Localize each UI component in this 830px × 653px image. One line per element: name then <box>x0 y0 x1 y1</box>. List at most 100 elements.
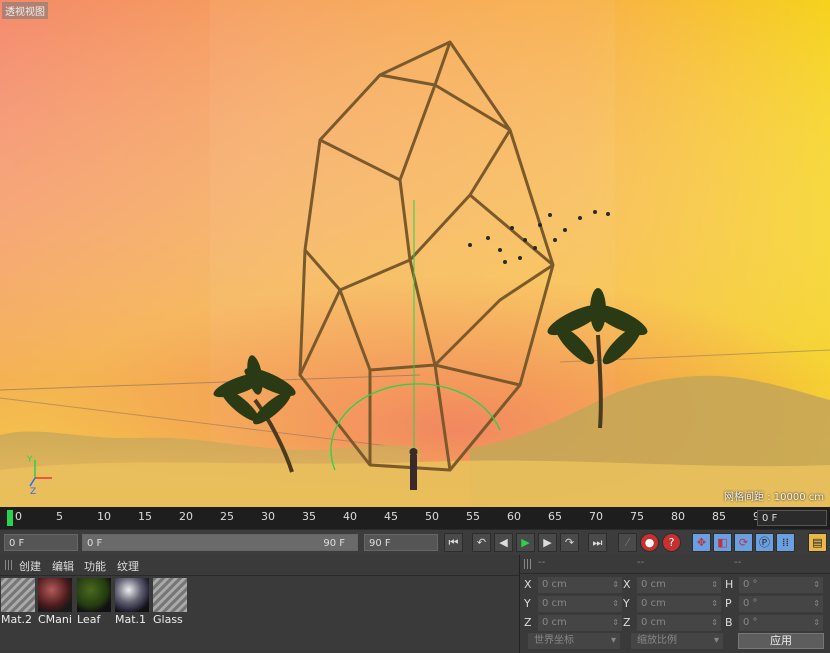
frame-range-slider[interactable]: 0 F 90 F <box>82 534 358 551</box>
autokey-button[interactable]: ? <box>662 533 681 552</box>
svg-text:Y: Y <box>26 455 33 465</box>
scale-mode-value: 缩放比例 <box>637 635 677 646</box>
apply-button[interactable]: 应用 <box>738 633 824 649</box>
go-start-button[interactable]: ⏮ <box>444 533 463 552</box>
axis-label: Y <box>623 597 630 610</box>
material-swatch[interactable] <box>38 578 72 612</box>
prev-key-icon: ↶ <box>476 536 487 549</box>
range-start-label: 0 F <box>87 538 103 549</box>
timeline-tick: 50 <box>425 510 439 523</box>
record-disabled-button[interactable]: ⁄ <box>618 533 637 552</box>
spinner-icon[interactable]: ⇕ <box>711 596 718 612</box>
spinner-icon[interactable]: ⇕ <box>711 577 718 593</box>
coord-value: 0 cm <box>641 579 666 590</box>
timeline-tick: 25 <box>220 510 234 523</box>
move-icon: ✥ <box>696 536 707 549</box>
coord-value: 0 ° <box>743 617 758 628</box>
next-key-button[interactable]: ↷ <box>560 533 579 552</box>
prev-key-button[interactable]: ↶ <box>472 533 491 552</box>
material-name: CMani <box>38 613 72 626</box>
filmstrip-icon: ▤ <box>812 536 823 549</box>
menu-texture[interactable]: 纹理 <box>117 558 139 574</box>
spinner-icon[interactable]: ⇕ <box>612 615 619 631</box>
scale-keys-button[interactable]: ◧ <box>713 533 732 552</box>
spinner-icon[interactable]: ⇕ <box>612 596 619 612</box>
spinner-icon[interactable]: ⇕ <box>813 577 820 593</box>
grip-icon[interactable] <box>524 559 533 569</box>
spinner-icon[interactable]: ⇕ <box>813 596 820 612</box>
viewport-scene: Y Z <box>0 0 830 507</box>
grip-icon[interactable] <box>5 560 14 570</box>
axis-label: Z <box>623 616 631 629</box>
coord-value: 0 cm <box>641 617 666 628</box>
header-position: -- <box>538 557 546 568</box>
go-start-icon: ⏮ <box>448 536 459 549</box>
coord-value: 0 cm <box>542 617 567 628</box>
spinner-icon[interactable]: ⇕ <box>612 577 619 593</box>
coord-field[interactable]: 0 ° ⇕ <box>739 615 823 631</box>
next-frame-button[interactable]: ▶ <box>538 533 557 552</box>
timeline-tick: 70 <box>589 510 603 523</box>
coord-system-dropdown[interactable]: 世界坐标 ▾ <box>528 633 620 649</box>
axis-label: Z <box>524 616 532 629</box>
timeline-tick: 80 <box>671 510 685 523</box>
viewport-title[interactable]: 透视视图 <box>2 2 48 19</box>
record-keys-button[interactable]: ● <box>640 533 659 552</box>
next-frame-icon: ▶ <box>543 536 552 549</box>
material-swatch[interactable] <box>77 578 111 612</box>
timeline-tick: 60 <box>507 510 521 523</box>
prev-frame-button[interactable]: ◀ <box>494 533 513 552</box>
timeline-menu-button[interactable]: ▤ <box>808 533 827 552</box>
timeline-tick: 65 <box>548 510 562 523</box>
param-icon: Ⓟ <box>759 536 770 549</box>
material-swatch[interactable] <box>153 578 187 612</box>
timeline-tick: 55 <box>466 510 480 523</box>
scale-mode-dropdown[interactable]: 缩放比例 ▾ <box>631 633 723 649</box>
move-keys-button[interactable]: ✥ <box>692 533 711 552</box>
header-size: -- <box>637 557 645 568</box>
coord-field[interactable]: 0 cm ⇕ <box>637 615 721 631</box>
coord-field[interactable]: 0 ° ⇕ <box>739 577 823 593</box>
material-swatch[interactable] <box>1 578 35 612</box>
end-frame-field[interactable]: 90 F <box>364 534 438 551</box>
axis-label: H <box>725 578 734 591</box>
param-keys-button[interactable]: Ⓟ <box>755 533 774 552</box>
coord-field[interactable]: 0 cm ⇕ <box>538 577 622 593</box>
playhead[interactable] <box>7 510 13 526</box>
point-level-button[interactable]: ⁞⁞ <box>776 533 795 552</box>
coord-field[interactable]: 0 cm ⇕ <box>637 577 721 593</box>
coord-field[interactable]: 0 ° ⇕ <box>739 596 823 612</box>
timeline-ruler[interactable]: 051015202530354045505560657075808590 0 F <box>0 507 830 529</box>
material-name: Mat.1 <box>115 613 147 626</box>
current-frame-field[interactable]: 0 F <box>757 510 827 526</box>
menu-function[interactable]: 功能 <box>84 558 106 574</box>
coord-field[interactable]: 0 cm ⇕ <box>538 596 622 612</box>
material-name: Mat.2 <box>1 613 33 626</box>
material-swatch[interactable] <box>115 578 149 612</box>
menu-create[interactable]: 创建 <box>19 558 41 574</box>
coord-field[interactable]: 0 cm ⇕ <box>637 596 721 612</box>
header-rotation: -- <box>734 557 742 568</box>
spinner-icon[interactable]: ⇕ <box>813 615 820 631</box>
spinner-icon[interactable]: ⇕ <box>711 615 718 631</box>
timeline-tick: 40 <box>343 510 357 523</box>
coordinates-header: -- -- -- <box>520 555 830 574</box>
timeline-tick: 75 <box>630 510 644 523</box>
timeline-tick: 5 <box>56 510 63 523</box>
coord-field[interactable]: 0 cm ⇕ <box>538 615 622 631</box>
material-menubar: 创建 编辑 功能 纹理 <box>0 555 519 576</box>
go-end-button[interactable]: ⏭ <box>588 533 607 552</box>
svg-text:Z: Z <box>30 487 36 497</box>
range-end-label: 90 F <box>323 538 345 549</box>
start-frame-field[interactable]: 0 F <box>4 534 78 551</box>
timeline-tick: 10 <box>97 510 111 523</box>
play-button[interactable]: ▶ <box>516 533 535 552</box>
coord-value: 0 cm <box>542 598 567 609</box>
dropdown-arrow-icon: ▾ <box>713 635 719 646</box>
menu-edit[interactable]: 编辑 <box>52 558 74 574</box>
grid-spacing-label: 网格间距 : 10000 cm <box>724 492 824 503</box>
perspective-viewport[interactable]: Y Z 透视视图 网格间距 : 10000 cm <box>0 0 830 507</box>
rotate-keys-button[interactable]: ⟳ <box>734 533 753 552</box>
axis-label: Y <box>524 597 531 610</box>
rotate-icon: ⟳ <box>738 536 749 549</box>
